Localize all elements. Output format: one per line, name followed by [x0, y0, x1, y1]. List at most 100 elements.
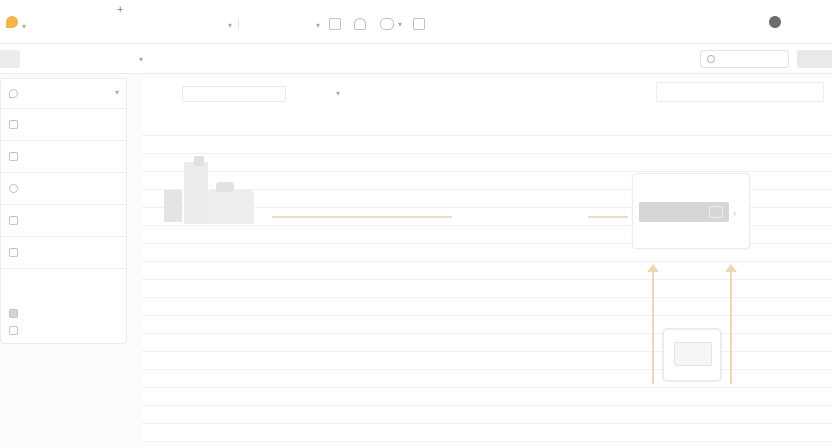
sidebar-item-5[interactable]	[1, 237, 126, 269]
monitor-icon	[9, 152, 18, 161]
top-menu-2-label	[246, 19, 312, 31]
sidebar-dropdown-label	[23, 88, 115, 100]
nav-item-5[interactable]	[292, 53, 320, 65]
toolbar-caption	[374, 102, 514, 113]
nav-item-label	[337, 53, 379, 65]
nav-action-label	[802, 53, 832, 64]
list-icon[interactable]	[329, 18, 341, 30]
building-dome	[216, 182, 234, 192]
chevron-down-icon: ▾	[316, 20, 321, 30]
pin-icon	[9, 89, 18, 98]
arrow-line	[652, 272, 654, 384]
sidebar-item-4[interactable]	[1, 205, 126, 237]
sidebar-item-label	[23, 151, 115, 163]
nav-item-7[interactable]	[396, 53, 432, 65]
sidebar-item-label	[23, 119, 115, 131]
target-card[interactable]: ›	[632, 173, 750, 249]
nav-item-1[interactable]	[27, 53, 65, 65]
search-icon	[707, 55, 715, 63]
nav-item-2[interactable]: ▾	[79, 53, 143, 65]
building-tower	[184, 162, 208, 224]
app-title	[38, 5, 118, 17]
node-1-subtitle	[164, 247, 256, 258]
nav-item-6[interactable]	[337, 53, 379, 65]
add-button[interactable]: +	[117, 4, 127, 16]
toolbar-label-3[interactable]	[379, 87, 421, 99]
square-icon	[9, 309, 18, 318]
top-search-label	[433, 19, 493, 31]
top-menu-1[interactable]: ▾	[172, 18, 232, 32]
sidebar-sub-item-label	[23, 325, 115, 337]
sidebar-sub-item-1[interactable]	[1, 307, 126, 321]
sidebar-sub-item-2[interactable]	[1, 324, 126, 338]
sidebar-item-1[interactable]	[1, 109, 126, 141]
nav-action-button[interactable]	[797, 50, 832, 68]
square-icon[interactable]	[413, 18, 425, 30]
sidebar-item-3[interactable]	[1, 173, 126, 205]
divider	[238, 19, 239, 29]
chevron-down-icon[interactable]: ▾	[398, 20, 402, 29]
toolbar-dropdown[interactable]: ▾	[298, 87, 340, 99]
workspace: ▾ ›	[142, 78, 832, 448]
nav-item-label	[292, 53, 320, 65]
toolbar-dropdown-label	[298, 87, 332, 99]
search-box[interactable]	[700, 50, 789, 68]
building-wing	[208, 190, 254, 224]
toolbar-label-6[interactable]	[527, 87, 587, 99]
chevron-down-icon: ▾	[139, 54, 144, 64]
toolbar-label-2[interactable]	[353, 87, 371, 99]
building-icon	[9, 120, 18, 129]
nav-item-3[interactable]	[162, 53, 196, 65]
node-1-title	[164, 230, 256, 241]
node-bottom-subtitle	[632, 406, 752, 417]
nav-item-label	[396, 53, 432, 65]
sidebar-item-2[interactable]	[1, 141, 126, 173]
grid-icon	[9, 216, 18, 225]
document-image-icon	[674, 342, 712, 366]
user-name[interactable]	[788, 17, 828, 29]
target-card-badge	[639, 202, 729, 222]
view-icon[interactable]	[380, 18, 394, 30]
nav-item-active[interactable]	[0, 50, 20, 68]
phone-icon	[9, 184, 18, 193]
top-menu-2[interactable]: ▾	[246, 18, 320, 32]
toolbar-label-1	[156, 87, 176, 99]
nav-item-label	[79, 53, 135, 65]
connector-line	[588, 216, 628, 218]
nav-item-4[interactable]	[214, 53, 274, 65]
toolbar-label-4[interactable]	[433, 87, 471, 99]
sidebar-section-subtitle	[9, 295, 69, 305]
chevron-down-icon: ▾	[228, 20, 233, 30]
square-icon	[9, 326, 18, 335]
toolbar-label-5[interactable]	[491, 87, 511, 99]
top-menu-1-label	[172, 19, 224, 31]
arrow-line	[730, 272, 732, 384]
sidebar-item-label	[23, 183, 115, 195]
nav-bar: ▾	[0, 44, 832, 74]
building-tower-top	[194, 156, 204, 166]
sidebar-item-label	[23, 247, 115, 259]
top-search-text[interactable]	[433, 18, 493, 32]
panel-header	[656, 82, 824, 102]
sidebar-item-label	[23, 215, 115, 227]
arrow-up-icon	[725, 264, 737, 272]
nav-item-label	[214, 53, 274, 65]
connector-line	[272, 216, 452, 218]
copy-icon	[709, 206, 723, 218]
sidebar-section-title	[9, 276, 69, 288]
workspace-selector[interactable]: ▾	[22, 20, 122, 32]
toolbar-field-value	[189, 89, 249, 101]
panel-title	[657, 87, 823, 99]
avatar[interactable]	[769, 16, 781, 28]
search-input[interactable]	[718, 53, 786, 65]
chevron-down-icon: ▾	[22, 22, 27, 31]
chevron-down-icon: ▾	[336, 88, 341, 98]
building-illustration	[164, 190, 182, 222]
toolbar-field[interactable]	[182, 86, 286, 102]
nav-item-label	[27, 53, 65, 65]
top-bar: + ▾ ▾ ▾ ▾	[0, 0, 832, 44]
sidebar-dropdown[interactable]: ▾	[1, 79, 126, 109]
people-icon[interactable]	[354, 18, 366, 30]
arrow-right-icon: ›	[733, 208, 736, 218]
nav-item-label	[162, 53, 196, 65]
